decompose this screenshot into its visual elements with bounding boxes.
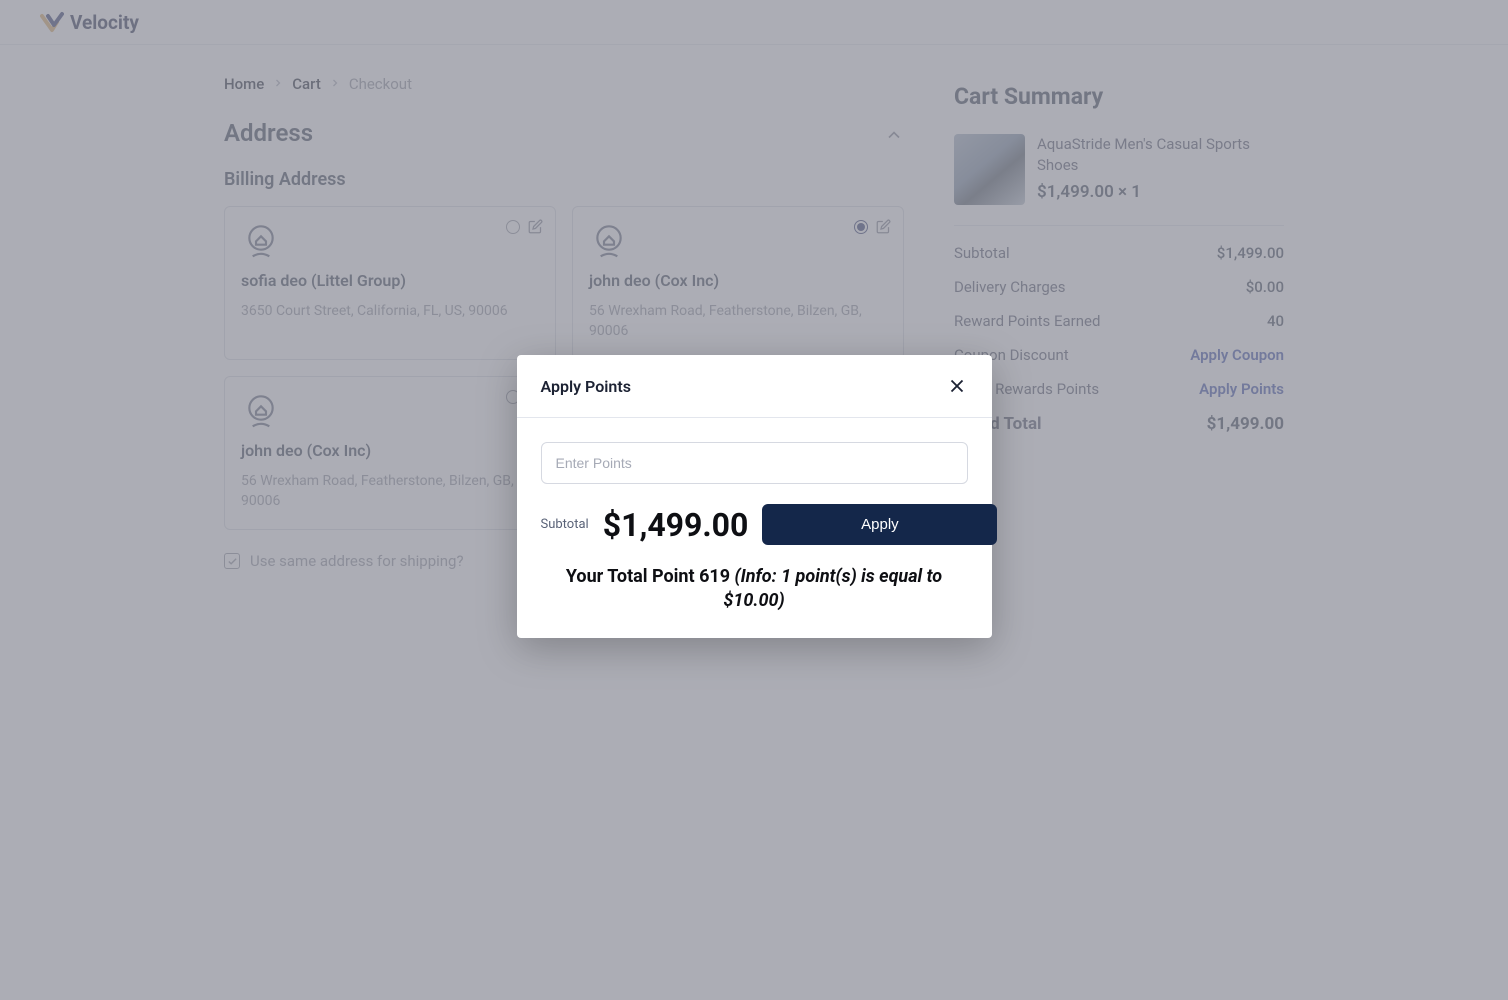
apply-button[interactable]: Apply <box>762 504 997 545</box>
points-info-detail: (Info: 1 point(s) is equal to $10.00) <box>723 566 942 611</box>
modal-subtotal-label: Subtotal <box>541 517 589 532</box>
apply-points-modal: Apply Points Subtotal $1,499.00 Apply Yo… <box>517 355 992 638</box>
points-info: Your Total Point 619 (Info: 1 point(s) i… <box>541 565 968 614</box>
points-input[interactable] <box>541 442 968 484</box>
modal-title: Apply Points <box>541 377 631 396</box>
close-icon[interactable] <box>946 375 968 397</box>
points-info-prefix: Your Total Point 619 <box>566 566 735 587</box>
modal-overlay[interactable]: Apply Points Subtotal $1,499.00 Apply Yo… <box>0 0 1508 1000</box>
modal-subtotal-value: $1,499.00 <box>603 506 749 544</box>
